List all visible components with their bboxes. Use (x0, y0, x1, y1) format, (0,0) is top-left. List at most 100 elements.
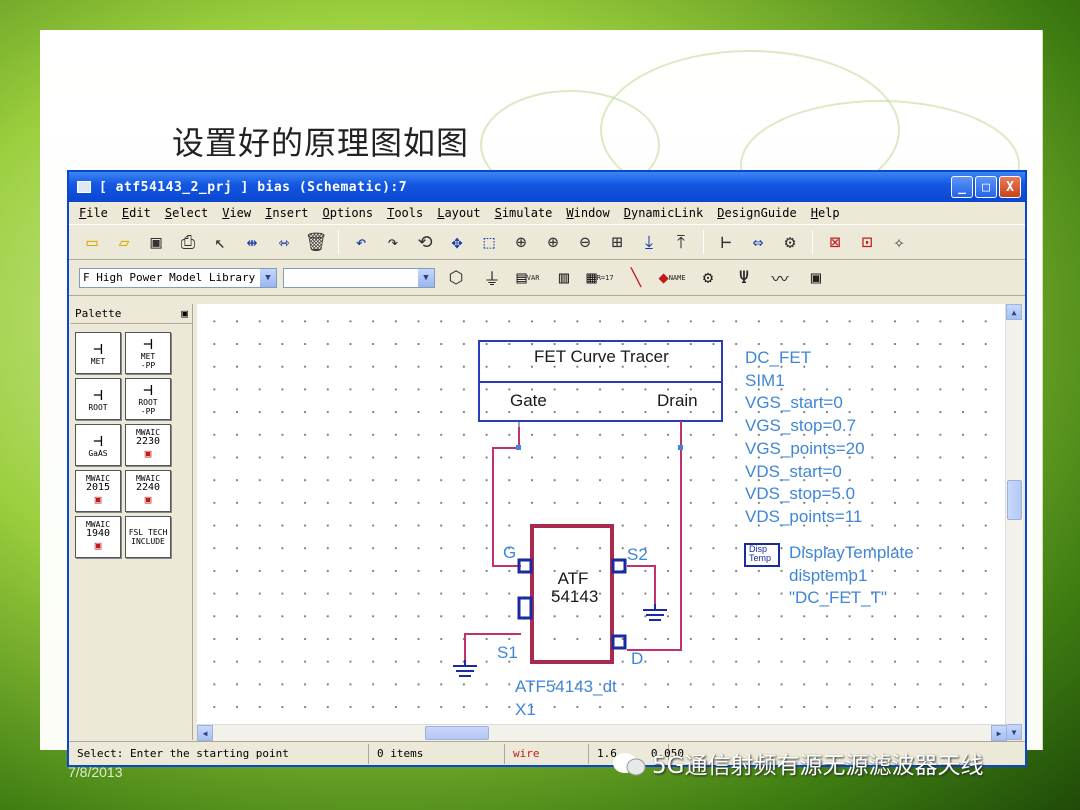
var-icon[interactable]: ▤ VAR (513, 264, 543, 292)
palette-item-sublabel: INCLUDE (131, 537, 165, 546)
scroll-left-icon[interactable]: ◀ (197, 725, 213, 741)
save-icon[interactable]: ▣ (143, 229, 169, 255)
pin-s1[interactable] (517, 596, 533, 620)
palette-item-met[interactable]: ⊣ MET (75, 332, 121, 374)
bar-chart-icon[interactable]: ▥ (549, 264, 579, 292)
print-icon[interactable]: ⎙ (175, 229, 201, 255)
scroll-up-icon[interactable]: ▲ (1006, 304, 1022, 320)
chip-icon: ▣ (144, 493, 152, 506)
delete-icon[interactable]: 🗑 (303, 229, 329, 255)
schematic-window: [ atf54143_2_prj ] bias (Schematic):7 _ … (67, 170, 1027, 767)
pan-icon[interactable]: ✥ (444, 229, 470, 255)
copy-icon[interactable]: ⇿ (271, 229, 297, 255)
ground-icon[interactable]: ⏚ (477, 264, 507, 292)
redo-icon[interactable]: ↷ (380, 229, 406, 255)
palette-item-fsl-tech-include[interactable]: FSL TECH INCLUDE (125, 516, 171, 558)
vertical-scroll-thumb[interactable] (1007, 480, 1022, 520)
push-down-icon[interactable]: ⤓ (636, 229, 662, 255)
component-toolbar: F High Power Model Library ▼ ▼ ⬡ ⏚ ▤ VAR … (69, 260, 1025, 296)
ground-icon-s2[interactable] (643, 604, 667, 621)
scroll-right-icon[interactable]: ▶ (991, 725, 1007, 741)
dc-params[interactable]: DC_FET SIM1 VGS_start=0 VGS_stop=0.7 VGS… (745, 347, 865, 529)
rotate-icon[interactable]: ⟲ (412, 229, 438, 255)
palette-item-label: MET (90, 356, 106, 366)
menu-layout[interactable]: Layout (437, 206, 480, 220)
gear-icon[interactable]: ⚙ (693, 264, 723, 292)
maximize-button[interactable]: □ (975, 176, 997, 198)
zoom-point-icon[interactable]: ⊕ (508, 229, 534, 255)
simulate-icon[interactable]: ⚙ (777, 229, 803, 255)
select-pointer-icon[interactable]: ↖ (207, 229, 233, 255)
pop-up-icon[interactable]: ⤒ (668, 229, 694, 255)
menu-file[interactable]: File (79, 206, 108, 220)
open-folder-icon[interactable]: ▱ (111, 229, 137, 255)
line-draw-icon[interactable]: ╲ (621, 264, 651, 292)
chip-icon: ▣ (94, 539, 102, 552)
port-shape-icon[interactable]: ⬡ (441, 264, 471, 292)
ground-icon-s1[interactable] (453, 660, 477, 677)
palette-item-mwaic-1940[interactable]: MWAIC 1940 ▣ (75, 516, 121, 558)
transistor-label: ATF 54143 (551, 570, 598, 606)
equation-icon[interactable]: ▦ R=17 (585, 264, 615, 292)
new-folder-icon[interactable]: ▭ (79, 229, 105, 255)
undo-icon[interactable]: ↶ (348, 229, 374, 255)
menu-view[interactable]: View (222, 206, 251, 220)
palette-item-mwaic-2240[interactable]: MWAIC 2240 ▣ (125, 470, 171, 512)
chevron-down-icon[interactable]: ▼ (260, 268, 276, 287)
zoom-in-icon[interactable]: ⊕ (540, 229, 566, 255)
menu-select[interactable]: Select (165, 206, 208, 220)
palette-item-mwaic-2015[interactable]: MWAIC 2015 ▣ (75, 470, 121, 512)
pin-s2[interactable] (611, 558, 627, 574)
slide-date: 7/8/2013 (68, 764, 123, 780)
wire-icon[interactable]: ⇔ (745, 229, 771, 255)
palette-item-gaas[interactable]: ⊣ GaAS (75, 424, 121, 466)
palette-item-root[interactable]: ⊣ ROOT (75, 378, 121, 420)
horizontal-scrollbar[interactable]: ◀ ▶ (197, 724, 1007, 741)
move-icon[interactable]: ⇹ (239, 229, 265, 255)
title-bar[interactable]: [ atf54143_2_prj ] bias (Schematic):7 _ … (69, 172, 1025, 202)
waveform-icon[interactable]: 〰 (765, 264, 795, 292)
deactivate-icon[interactable]: ⊠ (822, 229, 848, 255)
name-icon[interactable]: ◆ NAME (657, 264, 687, 292)
display-template-text[interactable]: DisplayTemplate disptemp1 "DC_FET_T" (789, 542, 914, 610)
scroll-down-icon[interactable]: ▼ (1006, 724, 1022, 740)
schematic-canvas[interactable]: FET Curve Tracer Gate Drain DC_FET SIM1 … (197, 304, 1007, 724)
horizontal-scroll-thumb[interactable] (425, 726, 489, 740)
vertical-scrollbar[interactable]: ▲ ▼ (1005, 304, 1023, 740)
zoom-out-icon[interactable]: ⊖ (572, 229, 598, 255)
menu-simulate[interactable]: Simulate (495, 206, 553, 220)
tuning-fork-icon[interactable]: Ψ (729, 264, 759, 292)
zoom-area-icon[interactable]: ⬚ (476, 229, 502, 255)
menu-window[interactable]: Window (566, 206, 609, 220)
minimize-button[interactable]: _ (951, 176, 973, 198)
drain-node (678, 445, 683, 450)
chevron-down-icon[interactable]: ▼ (418, 268, 434, 287)
view-all-icon[interactable]: ⊞ (604, 229, 630, 255)
menu-insert[interactable]: Insert (265, 206, 308, 220)
menu-dynamiclink[interactable]: DynamicLink (624, 206, 703, 220)
transistor-model-name: ATF54143_dt (515, 677, 617, 696)
menu-edit[interactable]: Edit (122, 206, 151, 220)
save-data-icon[interactable]: ▣ (801, 264, 831, 292)
menu-help[interactable]: Help (811, 206, 840, 220)
palette-item-root-pp[interactable]: ⊣ ROOT -PP (125, 378, 171, 420)
palette-item-label: ROOT (88, 402, 108, 412)
port-icon[interactable]: ⊢ (713, 229, 739, 255)
library-select[interactable]: F High Power Model Library ▼ (79, 267, 277, 288)
fet-icon: ⊣ (143, 334, 153, 353)
watermark-text: 5G通信射频有源无源滤波器天线 (652, 753, 984, 779)
short-icon[interactable]: ⊡ (854, 229, 880, 255)
close-button[interactable]: X (999, 176, 1021, 198)
component-select[interactable]: ▼ (283, 267, 435, 288)
source2-wire[interactable] (627, 565, 656, 604)
pin-icon[interactable]: ▣ (181, 307, 188, 320)
palette-item-mwaic-2230[interactable]: MWAIC 2230 ▣ (125, 424, 171, 466)
menu-tools[interactable]: Tools (387, 206, 423, 220)
menu-options[interactable]: Options (322, 206, 373, 220)
transistor-instance-label[interactable]: ATF54143_dt X1 (515, 676, 617, 721)
wand-icon[interactable]: ✧ (886, 229, 912, 255)
pin-d[interactable] (611, 634, 627, 650)
palette-item-met-pp[interactable]: ⊣ MET -PP (125, 332, 171, 374)
display-line: DisplayTemplate (789, 543, 914, 562)
menu-designguide[interactable]: DesignGuide (717, 206, 796, 220)
